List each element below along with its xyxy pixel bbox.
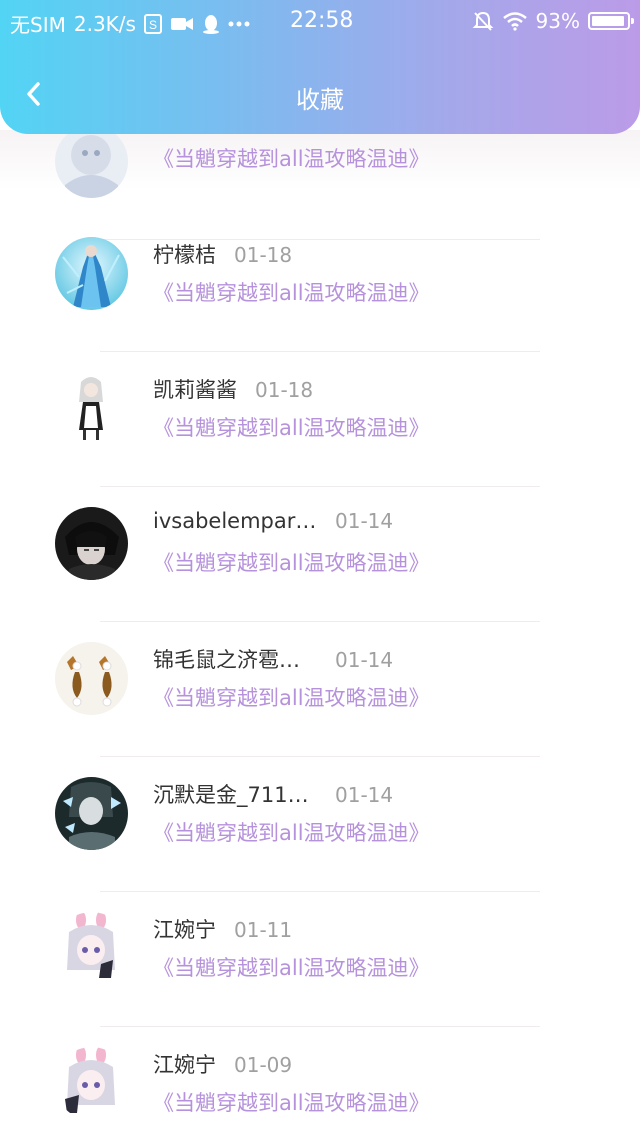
favorite-date: 01-11 xyxy=(234,918,293,942)
bunny-ears-girl-avatar[interactable] xyxy=(55,1047,128,1120)
book-title-link[interactable]: 《当魈穿越到all温攻略温迪》 xyxy=(153,952,430,982)
user-name[interactable]: 沉默是金_711… xyxy=(153,779,317,809)
battery-icon xyxy=(588,12,634,30)
silent-bell-icon xyxy=(472,10,494,32)
more-dots-icon xyxy=(228,20,250,28)
battery-percent: 93% xyxy=(535,9,580,33)
book-title-link[interactable]: 《当魈穿越到all温攻略温迪》 xyxy=(153,1087,430,1117)
svg-text:S: S xyxy=(149,18,157,32)
book-title-link[interactable]: 《当魈穿越到all温攻略温迪》 xyxy=(153,143,430,173)
favorite-date: 01-18 xyxy=(255,378,314,402)
favorite-item[interactable]: 江婉宁 01-09 《当魈穿越到all温攻略温迪》 xyxy=(0,1027,640,1138)
carrier-text: 无SIM xyxy=(10,13,66,37)
favorite-item[interactable]: 锦毛鼠之济雹… 01-14 《当魈穿越到all温攻略温迪》 xyxy=(0,622,640,757)
favorite-item[interactable]: 江婉宁 01-11 《当魈穿越到all温攻略温迪》 xyxy=(0,892,640,1027)
navigation-bar: 收藏 xyxy=(0,56,640,136)
favorite-date: 01-14 xyxy=(335,783,394,807)
book-title-link[interactable]: 《当魈穿越到all温攻略温迪》 xyxy=(153,547,430,577)
book-title-link[interactable]: 《当魈穿越到all温攻略温迪》 xyxy=(153,277,430,307)
dark-haired-boy-avatar[interactable] xyxy=(55,507,128,580)
favorite-item[interactable]: 柠檬桔 01-18 《当魈穿越到all温攻略温迪》 xyxy=(0,217,640,352)
user-name[interactable]: 凯莉酱酱 xyxy=(153,374,237,404)
user-name[interactable]: 江婉宁 xyxy=(153,1049,216,1079)
blue-dress-character-avatar[interactable] xyxy=(55,237,128,310)
favorites-list[interactable]: 《当魈穿越到all温攻略温迪》 柠檬桔 01-18 《当魈穿越到all温攻略温迪… xyxy=(0,0,640,1138)
favorite-date: 01-14 xyxy=(335,648,394,672)
qq-penguin-icon xyxy=(202,14,220,34)
user-name[interactable]: 锦毛鼠之济雹… xyxy=(153,644,317,674)
page-title: 收藏 xyxy=(296,86,344,114)
book-title-link[interactable]: 《当魈穿越到all温攻略温迪》 xyxy=(153,817,430,847)
sim-card-icon: S xyxy=(143,13,162,34)
user-name[interactable]: 柠檬桔 xyxy=(153,239,216,269)
clock: 22:58 xyxy=(290,8,354,33)
book-title-link[interactable]: 《当魈穿越到all温攻略温迪》 xyxy=(153,412,430,442)
maid-character-avatar[interactable] xyxy=(55,372,128,445)
battery-fill xyxy=(592,16,624,26)
favorite-item[interactable]: ivsabelempar… 01-14 《当魈穿越到all温攻略温迪》 xyxy=(0,487,640,622)
book-title-link[interactable]: 《当魈穿越到all温攻略温迪》 xyxy=(153,682,430,712)
favorite-date: 01-09 xyxy=(234,1053,293,1077)
favorite-date: 01-18 xyxy=(234,243,293,267)
favorite-date: 01-14 xyxy=(335,509,394,533)
video-icon xyxy=(170,15,194,33)
user-name[interactable]: 江婉宁 xyxy=(153,914,216,944)
favorites-screen: 《当魈穿越到all温攻略温迪》 柠檬桔 01-18 《当魈穿越到all温攻略温迪… xyxy=(0,0,640,1138)
app-header: 无SIM 2.3K/s S 22:58 93% 收藏 xyxy=(0,0,640,134)
favorite-item[interactable]: 沉默是金_711… 01-14 《当魈穿越到all温攻略温迪》 xyxy=(0,757,640,892)
favorite-item[interactable]: 凯莉酱酱 01-18 《当魈穿越到all温攻略温迪》 xyxy=(0,352,640,487)
status-bar: 无SIM 2.3K/s S 22:58 93% xyxy=(0,0,640,44)
butterfly-character-avatar[interactable] xyxy=(55,777,128,850)
wifi-icon xyxy=(502,11,528,31)
bunny-ears-girl-avatar[interactable] xyxy=(55,912,128,985)
user-name[interactable]: ivsabelempar… xyxy=(153,509,317,533)
network-speed: 2.3K/s xyxy=(73,11,136,36)
pearl-earrings-avatar[interactable] xyxy=(55,642,128,715)
